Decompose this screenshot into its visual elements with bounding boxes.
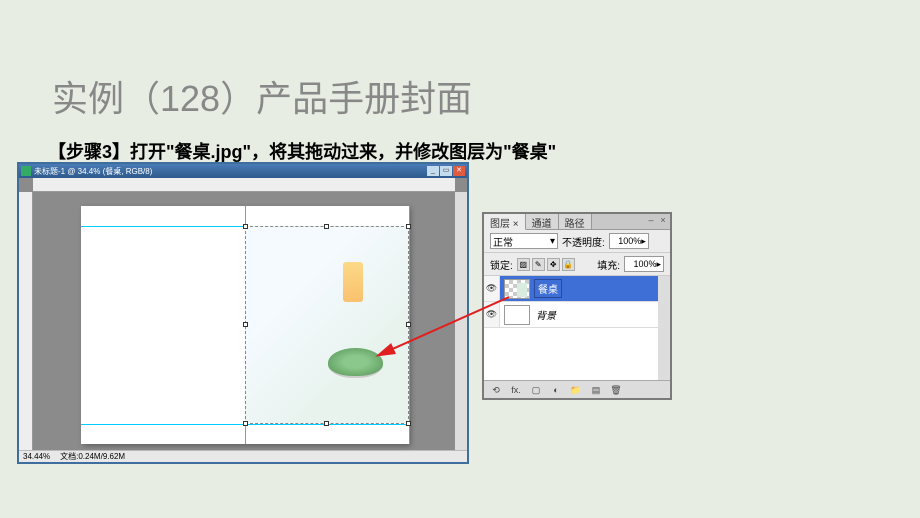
panel-tabs: 图层 × 通道 路径 – ×	[484, 214, 670, 230]
transform-handle[interactable]	[406, 421, 411, 426]
tab-channels[interactable]: 通道	[526, 214, 559, 229]
opacity-input[interactable]: 100% ▸	[609, 233, 649, 249]
close-button[interactable]: ✕	[453, 166, 465, 176]
transform-handle[interactable]	[243, 421, 248, 426]
layer-mask-icon[interactable]: ▢	[528, 383, 544, 397]
blend-mode-value: 正常	[493, 234, 513, 249]
layer-thumbnail[interactable]	[504, 279, 530, 299]
transform-handle[interactable]	[324, 421, 329, 426]
maximize-button[interactable]: ▭	[440, 166, 452, 176]
image-content	[328, 348, 383, 378]
placed-image[interactable]	[245, 226, 409, 424]
document-icon	[21, 166, 31, 176]
layer-name-editing[interactable]: 餐桌	[534, 279, 562, 298]
blend-opacity-row: 正常 ▾ 不透明度: 100% ▸	[484, 230, 670, 253]
image-content	[343, 262, 363, 302]
fill-input[interactable]: 100% ▸	[624, 256, 664, 272]
horizontal-ruler[interactable]	[33, 178, 455, 192]
layers-panel: 图层 × 通道 路径 – × 正常 ▾ 不透明度: 100% ▸ 锁定: ▨ ✎…	[482, 212, 672, 400]
lock-label: 锁定:	[490, 257, 513, 272]
fill-value: 100%	[633, 259, 656, 269]
panel-minimize-icon[interactable]: –	[646, 215, 656, 225]
opacity-label: 不透明度:	[562, 234, 605, 249]
blend-mode-select[interactable]: 正常 ▾	[490, 233, 558, 249]
layer-name[interactable]: 背景	[534, 307, 656, 322]
layer-group-icon[interactable]: 📁	[568, 383, 584, 397]
document-canvas[interactable]	[81, 206, 409, 444]
step-instruction: 【步骤3】打开"餐桌.jpg"，将其拖动过来，并修改图层为"餐桌"	[48, 138, 556, 164]
document-size: 文档:0.24M/9.62M	[60, 451, 125, 462]
visibility-toggle-icon[interactable]: 👁	[484, 276, 500, 301]
lock-transparency-icon[interactable]: ▨	[517, 258, 530, 271]
lock-pixels-icon[interactable]: ✎	[532, 258, 545, 271]
delete-layer-icon[interactable]: 🗑	[608, 383, 624, 397]
opacity-value: 100%	[618, 236, 641, 246]
layers-list: 👁 餐桌 👁 背景 🔒	[484, 276, 670, 380]
link-layers-icon[interactable]: ⟲	[488, 383, 504, 397]
transform-handle[interactable]	[406, 322, 411, 327]
layer-row[interactable]: 👁 餐桌	[484, 276, 670, 302]
canvas-area[interactable]	[19, 178, 467, 450]
layer-thumbnail[interactable]	[504, 305, 530, 325]
status-bar: 34.44% 文档:0.24M/9.62M	[19, 450, 467, 462]
transform-handle[interactable]	[406, 224, 411, 229]
tab-close-icon: ×	[513, 219, 519, 230]
tab-paths[interactable]: 路径	[559, 214, 592, 229]
vertical-scrollbar[interactable]	[455, 192, 467, 450]
chevron-down-icon: ▸	[656, 259, 661, 270]
lock-position-icon[interactable]: ✥	[547, 258, 560, 271]
photoshop-document-window: 未标题-1 @ 34.4% (餐桌, RGB/8) _ ▭ ✕	[17, 162, 469, 464]
layer-row[interactable]: 👁 背景 🔒	[484, 302, 670, 328]
chevron-down-icon: ▾	[550, 236, 555, 247]
lock-fill-row: 锁定: ▨ ✎ ✥ 🔒 填充: 100% ▸	[484, 253, 670, 276]
tab-layers[interactable]: 图层 ×	[484, 214, 526, 230]
minimize-button[interactable]: _	[427, 166, 439, 176]
vertical-ruler[interactable]	[19, 192, 33, 450]
slide-title: 实例（128）产品手册封面	[52, 70, 472, 122]
window-titlebar[interactable]: 未标题-1 @ 34.4% (餐桌, RGB/8) _ ▭ ✕	[19, 164, 467, 178]
layer-style-icon[interactable]: fx.	[508, 383, 524, 397]
window-title: 未标题-1 @ 34.4% (餐桌, RGB/8)	[34, 166, 427, 177]
visibility-toggle-icon[interactable]: 👁	[484, 302, 500, 327]
new-layer-icon[interactable]: ▤	[588, 383, 604, 397]
transform-handle[interactable]	[243, 224, 248, 229]
lock-all-icon[interactable]: 🔒	[562, 258, 575, 271]
transform-handle[interactable]	[324, 224, 329, 229]
tab-label: 图层	[490, 219, 510, 230]
layers-scrollbar[interactable]	[658, 276, 670, 380]
fill-label: 填充:	[597, 257, 620, 272]
layers-panel-footer: ⟲ fx. ▢ ◐ 📁 ▤ 🗑	[484, 380, 670, 398]
transform-handle[interactable]	[243, 322, 248, 327]
chevron-down-icon: ▸	[641, 236, 646, 247]
zoom-level[interactable]: 34.44%	[23, 452, 50, 461]
panel-close-icon[interactable]: ×	[658, 215, 668, 225]
adjustment-layer-icon[interactable]: ◐	[548, 383, 564, 397]
